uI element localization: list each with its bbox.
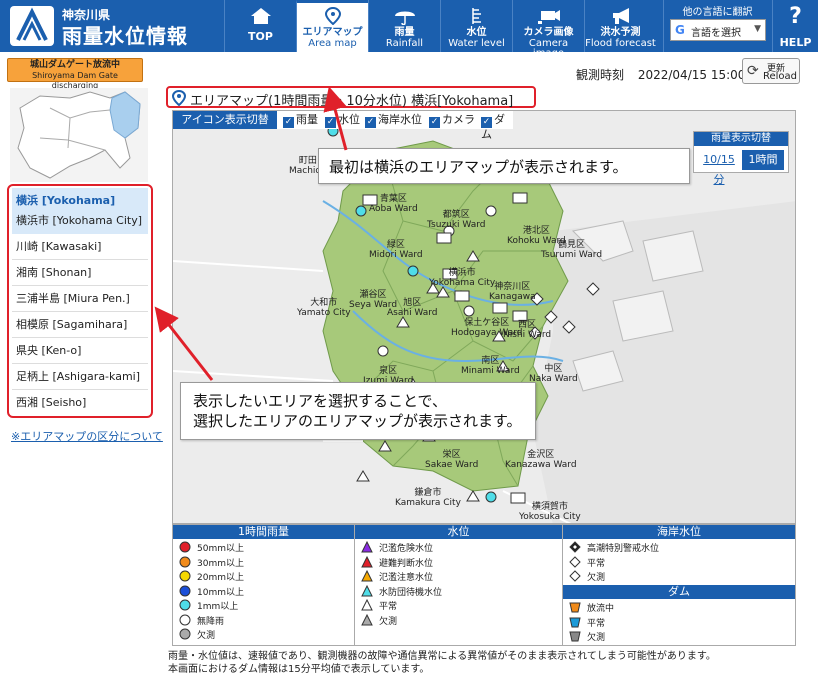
- legend-rain-row-4: 1mm以上: [179, 599, 238, 613]
- legend-water-row-1: 避難判断水位: [361, 555, 433, 570]
- legend-rain-row-2: 20mm以上: [179, 570, 244, 584]
- legend-coast-dam: 海岸水位 高潮特別警戒水位 平常 欠測 ダム 放流中 平常 欠測: [563, 525, 795, 645]
- legend-water-row-2: 氾濫注意水位: [361, 569, 433, 584]
- legend-coast-row-2: 欠測: [569, 570, 605, 584]
- legend-rain-row-5: 無降雨: [179, 614, 224, 628]
- legend-rainfall: 1時間雨量 50mm以上 30mm以上 20mm以上 10mm以上 1mm以上 無降雨 欠測: [173, 525, 355, 645]
- legend-dam-row-2: 欠測: [569, 630, 605, 644]
- legend-rain-row-1: 30mm以上: [179, 556, 244, 570]
- map-legend: 1時間雨量 50mm以上 30mm以上 20mm以上 10mm以上 1mm以上 無降雨 欠測…: [172, 524, 796, 646]
- legend-rain-row-3: 10mm以上: [179, 585, 244, 599]
- arrow-to-area-list: [154, 306, 214, 381]
- arrow-to-title: [323, 86, 348, 151]
- legend-water-row-4: 平常: [361, 598, 397, 613]
- legend-coast-row-1: 平常: [569, 555, 605, 570]
- legend-dam-row-1: 平常: [569, 616, 605, 630]
- legend-water-row-3: 水防団待機水位: [361, 584, 442, 599]
- legend-water-row-0: 氾濫危険水位: [361, 540, 433, 555]
- legend-water-row-5: 欠測: [361, 613, 397, 628]
- legend-coast-row-0: 高潮特別警戒水位: [569, 541, 659, 555]
- footnote: 雨量・水位値は、速報値であり、観測機器の故障や通信異常による異常値がそのまま表示…: [168, 651, 716, 675]
- legend-rain-row-6: 欠測: [179, 628, 215, 642]
- legend-dam-row-0: 放流中: [569, 601, 614, 615]
- legend-water-level: 水位 氾濫危険水位 避難判断水位 氾濫注意水位 水防団待機水位 平常 欠測: [355, 525, 563, 645]
- legend-rain-row-0: 50mm以上: [179, 541, 244, 555]
